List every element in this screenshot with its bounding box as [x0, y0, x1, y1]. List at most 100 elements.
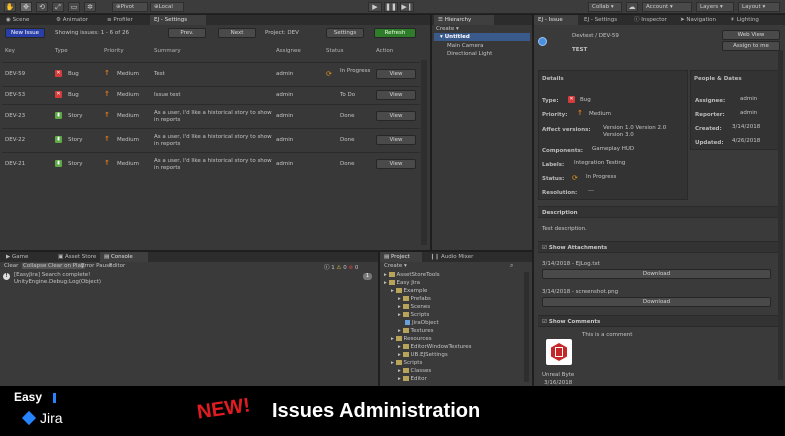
tab-ej-settings-right[interactable]: EJ - Settings	[580, 15, 621, 25]
folder-icon	[402, 344, 409, 349]
priority-arrow-icon: ↑	[104, 135, 110, 143]
tool-button[interactable]: ✋	[4, 2, 16, 12]
project-tree-item[interactable]: ▸ UB.EJSettings	[398, 352, 448, 358]
download-button[interactable]: Download	[542, 269, 771, 279]
tab-lighting[interactable]: ☀ Lighting	[726, 15, 763, 25]
issue-summary: As a user, I'd like a historical story t…	[154, 158, 272, 171]
tree-item-label: UB.EJSettings	[410, 352, 448, 358]
account-label: Account	[646, 4, 669, 10]
local-dropdown[interactable]: ⊕Local	[150, 2, 184, 12]
tab-profiler[interactable]: ≡ Profiler	[103, 15, 137, 25]
attachments-header[interactable]: ☑ Show Attachments	[538, 241, 780, 253]
console-toolbar-button[interactable]: Clear	[3, 263, 19, 269]
tab-navigation[interactable]: ➤ Navigation	[676, 15, 720, 25]
tool-button[interactable]: ⟲	[36, 2, 48, 12]
tab-scene[interactable]: ◉ Scene	[2, 15, 33, 25]
info-icon: !	[3, 273, 10, 280]
project-tabbar: ▤ Project ❙❙ Audio Mixer	[380, 252, 532, 262]
tab-hierarchy[interactable]: ☰ Hierarchy	[434, 15, 494, 25]
view-button[interactable]: View	[376, 69, 416, 79]
tab-inspector[interactable]: ⓘ Inspector	[630, 15, 671, 25]
pivot-dropdown[interactable]: ⊕Pivot	[112, 2, 148, 12]
hierarchy-item[interactable]: Main Camera	[447, 43, 483, 49]
hierarchy-item[interactable]: Directional Light	[447, 51, 492, 57]
col-priority: Priority	[104, 48, 124, 54]
people-title: People & Dates	[694, 76, 742, 82]
refresh-button[interactable]: Refresh	[374, 28, 416, 38]
project-tree-item[interactable]: ▸ Classes	[398, 368, 431, 374]
tab-project[interactable]: ▤ Project	[380, 252, 422, 262]
tab-audio-mixer[interactable]: ❙❙ Audio Mixer	[426, 252, 477, 262]
cloud-icon[interactable]: ☁	[626, 2, 638, 12]
project-tree-item[interactable]: ▸ Scripts	[391, 360, 422, 366]
folder-icon	[402, 352, 409, 357]
comments-header[interactable]: ☑ Show Comments	[538, 315, 780, 327]
project-tree-item[interactable]: ▸ Scenes	[398, 304, 430, 310]
view-button[interactable]: View	[376, 90, 416, 100]
tab-asset-store[interactable]: ▣ Asset Store	[54, 252, 100, 262]
affect-versions-label: Affect versions:	[542, 127, 591, 133]
project-tree-item[interactable]: ▸ Prefabs	[398, 296, 431, 302]
new-issue-button[interactable]: New Issue	[5, 28, 45, 38]
play-button[interactable]: ▶	[368, 2, 382, 12]
project-tree-item[interactable]: ▸ Resources	[391, 336, 432, 342]
prev-button[interactable]: Prev.	[168, 28, 206, 38]
next-button[interactable]: Next	[218, 28, 256, 38]
project-tree-item[interactable]: ▸ Scripts	[398, 312, 429, 318]
project-tree-item[interactable]: ▸ Example	[391, 288, 427, 294]
step-button[interactable]: ▶❙	[400, 2, 414, 12]
right-tabbar: EJ - Issue EJ - Settings ⓘ Inspector ➤ N…	[534, 15, 785, 25]
collab-dropdown[interactable]: Collab ▾	[588, 2, 622, 12]
tab-console[interactable]: ▤ Console	[100, 252, 148, 262]
issue-type: Story	[68, 137, 83, 143]
search-icon[interactable]: ⌕	[510, 262, 513, 270]
pivot-label: Pivot	[120, 4, 135, 10]
project-tree-item[interactable]: ▸ Editor	[398, 376, 427, 382]
details-title: Details	[542, 76, 564, 82]
console-toolbar-button[interactable]: Editor	[108, 263, 126, 269]
tool-button[interactable]: ✥	[20, 2, 32, 12]
bug-icon: ✕	[568, 96, 575, 103]
project-tree-item[interactable]: JiraObject	[405, 320, 439, 326]
tab-animator[interactable]: ⚙ Animator	[52, 15, 92, 25]
assign-to-me-button[interactable]: Assign to me	[722, 41, 780, 51]
tab-ej-settings[interactable]: EJ - Settings	[150, 15, 206, 25]
project-create-dropdown[interactable]: Create ▾	[384, 263, 407, 269]
console-toolbar-button[interactable]: Collapse	[22, 263, 48, 269]
reporter-label: Reporter:	[695, 112, 725, 118]
tab-game[interactable]: ▶ Game	[2, 252, 32, 262]
issue-status: Done	[340, 113, 355, 119]
console-line[interactable]: UnityEngine.Debug:Log(Object)	[14, 279, 101, 285]
issues-scrollbar[interactable]	[421, 60, 427, 245]
view-button[interactable]: View	[376, 111, 416, 121]
tool-button[interactable]: ▭	[68, 2, 80, 12]
create-label: Create	[384, 263, 403, 269]
issue-type: Story	[68, 113, 83, 119]
project-tree-item[interactable]: ▸ Easy Jira	[384, 280, 420, 286]
download-button[interactable]: Download	[542, 297, 771, 307]
warning-count: 0	[343, 265, 347, 271]
layout-dropdown[interactable]: Layout ▾	[738, 2, 780, 12]
project-tree-item[interactable]: ▸ Textures	[398, 328, 434, 334]
layers-dropdown[interactable]: Layers ▾	[696, 2, 734, 12]
tool-button[interactable]: ⤢	[52, 2, 64, 12]
settings-button[interactable]: Settings	[326, 28, 364, 38]
col-type: Type	[55, 48, 68, 54]
hierarchy-create-dropdown[interactable]: Create ▾	[436, 26, 459, 32]
issue-priority: Medium	[117, 161, 139, 167]
pause-button[interactable]: ❚❚	[384, 2, 398, 12]
web-view-button[interactable]: Web View	[722, 30, 780, 40]
folder-icon	[395, 360, 402, 365]
console-line[interactable]: [EasyJira] Search complete!	[14, 272, 90, 278]
project-tree-item[interactable]: ▸ AssetStoreTools	[384, 272, 440, 278]
view-button[interactable]: View	[376, 135, 416, 145]
tab-ej-issue[interactable]: EJ - Issue	[534, 15, 578, 25]
priority-arrow-icon: ↑	[104, 111, 110, 119]
issue-scrollbar[interactable]	[778, 50, 783, 380]
tool-button[interactable]: ✲	[84, 2, 96, 12]
account-dropdown[interactable]: Account ▾	[642, 2, 692, 12]
tab-label: EJ - Issue	[538, 17, 563, 23]
view-button[interactable]: View	[376, 159, 416, 169]
project-tree-item[interactable]: ▸ EditorWindowTextures	[398, 344, 471, 350]
project-scrollbar[interactable]	[524, 272, 529, 382]
